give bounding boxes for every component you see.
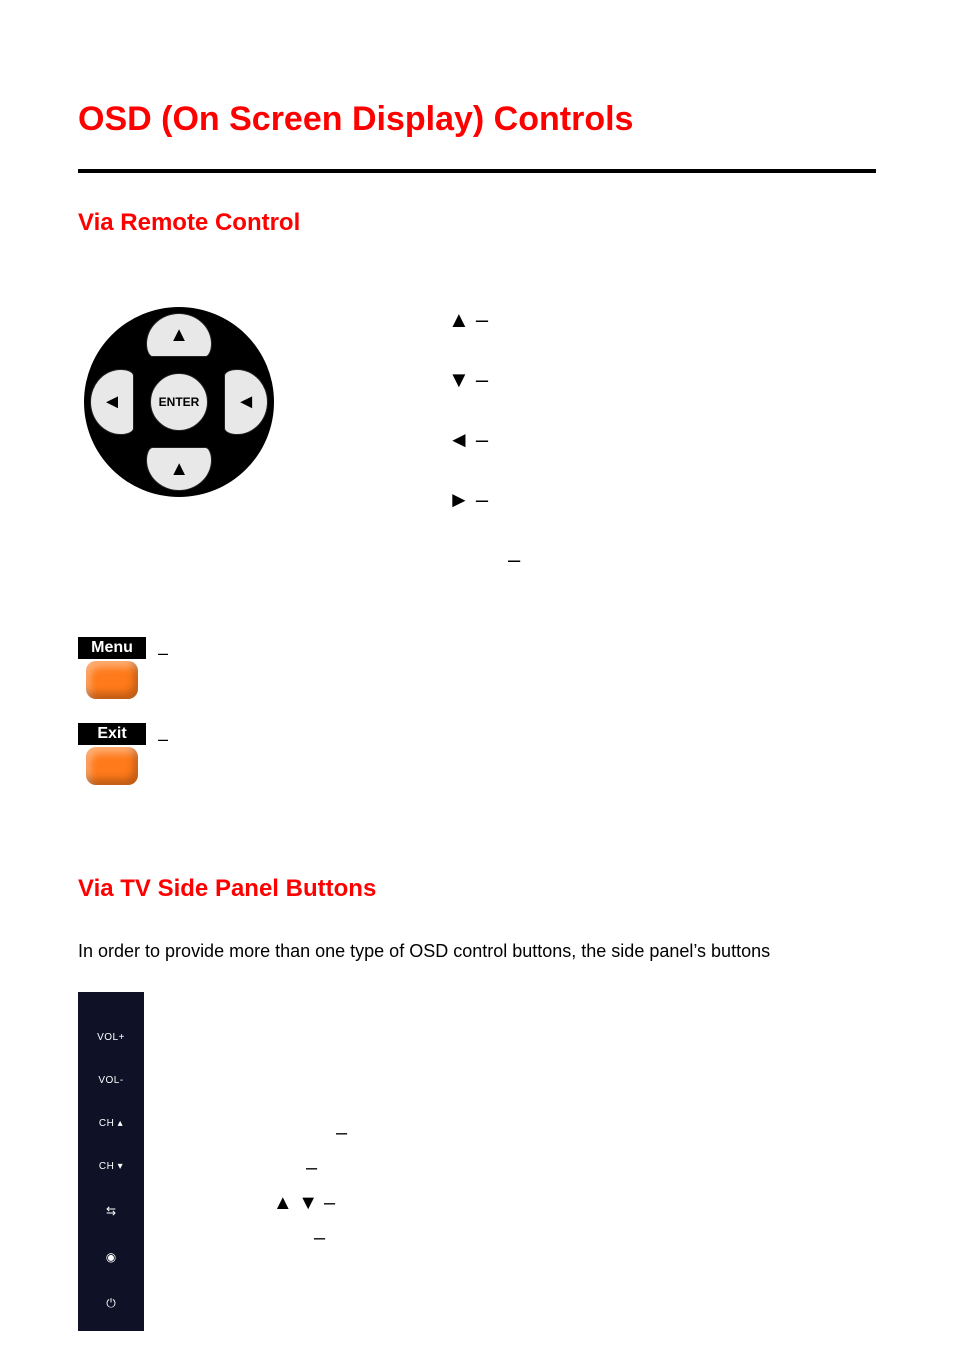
legend-down: ▼ – xyxy=(448,367,520,393)
panel-legend-4-dash: – xyxy=(314,1227,325,1250)
title-divider xyxy=(78,169,876,173)
dpad-down: ▲ xyxy=(146,447,212,491)
remote-control-row: ▲ ▲ ◄ ◄ ENTER ▲ – ▼ – ◄ – ► – – xyxy=(78,307,876,607)
menu-dash: – xyxy=(158,637,168,664)
side-btn-vol-down: VOL- xyxy=(98,1075,123,1086)
legend-down-symbol: ▼ xyxy=(448,367,470,392)
panel-legend-row-4: – xyxy=(200,1227,347,1250)
legend-up-symbol: ▲ xyxy=(448,307,470,332)
side-btn-power-icon: ⏻ xyxy=(106,1296,116,1311)
legend-right-symbol: ► xyxy=(448,487,470,512)
panel-legend-2-dash: – xyxy=(306,1157,317,1180)
menu-row: Menu – xyxy=(78,637,876,699)
panel-legend-1-lead xyxy=(200,1122,330,1145)
menu-button-graphic: Menu xyxy=(78,637,146,699)
panel-legend-2-lead xyxy=(200,1157,300,1180)
exit-button-label: Exit xyxy=(78,723,146,745)
arrow-right-icon: ◄ xyxy=(236,392,256,412)
dpad-left: ◄ xyxy=(90,369,134,435)
legend-up: ▲ – xyxy=(448,307,520,333)
panel-legend: – – ▲ ▼ – – xyxy=(200,992,347,1262)
side-btn-ch-up: CH ▴ xyxy=(99,1118,123,1129)
panel-legend-4-lead xyxy=(200,1227,308,1250)
exit-dash: – xyxy=(158,723,168,750)
panel-legend-1-dash: – xyxy=(336,1122,347,1145)
dpad-legend: ▲ – ▼ – ◄ – ► – – xyxy=(448,307,520,607)
side-btn-input-icon: ⇆ xyxy=(106,1204,116,1218)
panel-legend-3-dash: – xyxy=(324,1192,335,1215)
dpad-graphic: ▲ ▲ ◄ ◄ ENTER xyxy=(78,307,278,497)
arrow-up-icon: ▲ xyxy=(169,325,189,345)
side-btn-vol-up: VOL+ xyxy=(97,1032,125,1043)
legend-left: ◄ – xyxy=(448,427,520,453)
menu-exit-block: Menu – Exit – xyxy=(78,637,876,785)
legend-right-dash: – xyxy=(476,487,488,512)
legend-down-dash: – xyxy=(476,367,488,392)
side-btn-ch-down: CH ▾ xyxy=(99,1161,123,1172)
dpad-right: ◄ xyxy=(224,369,268,435)
exit-button-graphic: Exit xyxy=(78,723,146,785)
panel-legend-row-3: ▲ ▼ – xyxy=(200,1192,347,1215)
menu-button-label: Menu xyxy=(78,637,146,659)
section-panel-heading: Via TV Side Panel Buttons xyxy=(78,875,876,903)
panel-intro-text: In order to provide more than one type o… xyxy=(78,939,876,964)
dpad: ▲ ▲ ◄ ◄ ENTER xyxy=(84,307,274,497)
panel-row: VOL+ VOL- CH ▴ CH ▾ ⇆ ◉ ⏻ – – ▲ ▼ – – xyxy=(78,992,876,1331)
panel-legend-3-lead: ▲ ▼ xyxy=(200,1192,318,1215)
dpad-up: ▲ xyxy=(146,313,212,357)
legend-left-dash: – xyxy=(476,427,488,452)
page-title: OSD (On Screen Display) Controls xyxy=(78,100,876,139)
arrow-left-icon: ◄ xyxy=(102,392,122,412)
exit-button-icon xyxy=(86,747,138,785)
panel-legend-row-2: – xyxy=(200,1157,347,1180)
dpad-enter: ENTER xyxy=(150,373,208,431)
side-panel-graphic: VOL+ VOL- CH ▴ CH ▾ ⇆ ◉ ⏻ xyxy=(78,992,144,1331)
legend-left-symbol: ◄ xyxy=(448,427,470,452)
legend-extra-dash: – xyxy=(508,547,520,572)
legend-up-dash: – xyxy=(476,307,488,332)
legend-right: ► – xyxy=(448,487,520,513)
arrow-down-icon: ▲ xyxy=(169,459,189,479)
menu-button-icon xyxy=(86,661,138,699)
exit-row: Exit – xyxy=(78,723,876,785)
panel-legend-row-1: – xyxy=(200,1122,347,1145)
side-btn-menu-icon: ◉ xyxy=(106,1250,116,1264)
legend-extra: – xyxy=(508,547,520,573)
section-remote-heading: Via Remote Control xyxy=(78,209,876,237)
section-panel: Via TV Side Panel Buttons In order to pr… xyxy=(78,875,876,1331)
